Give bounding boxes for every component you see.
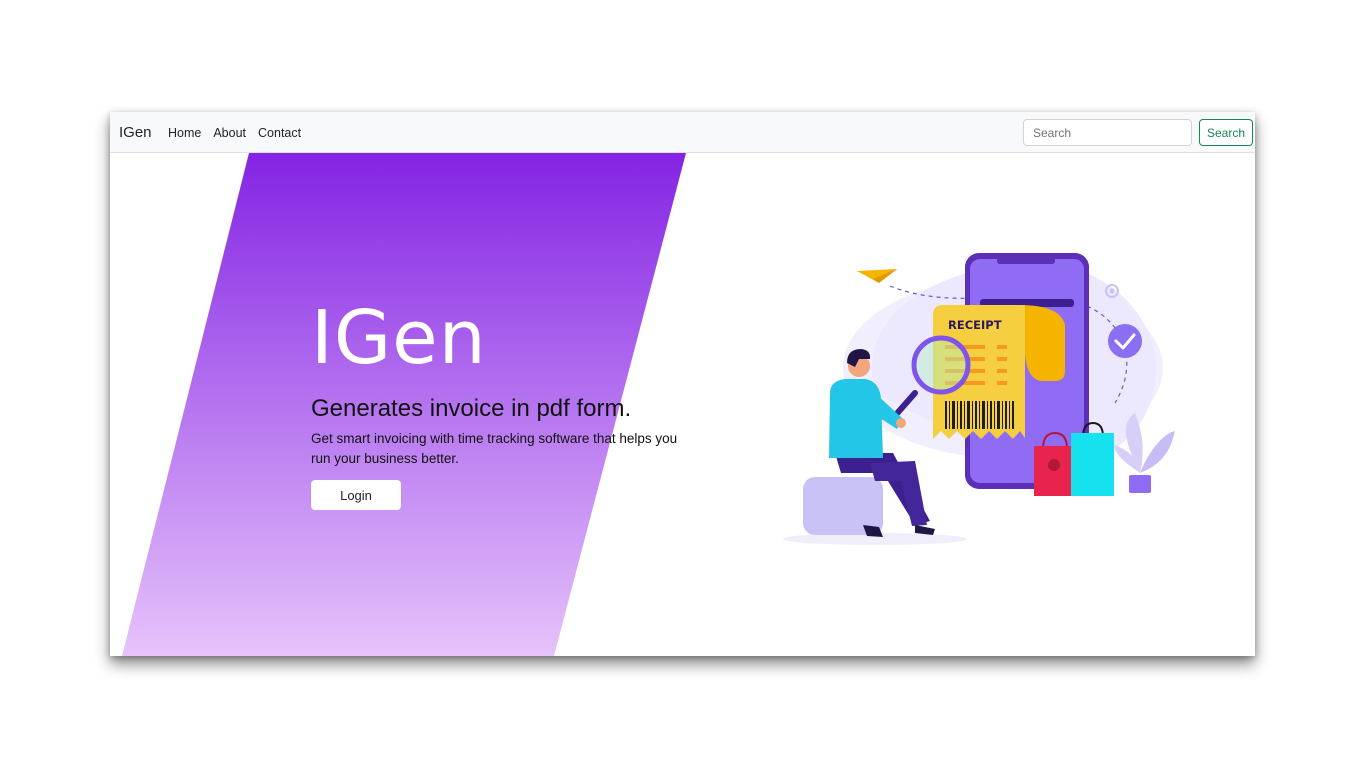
nav-link-about[interactable]: About [213,125,246,141]
navbar-brand[interactable]: IGen [119,124,152,142]
receipt-illustration: RECEIPT [783,253,1175,545]
paper-plane-icon [857,269,897,283]
browser-viewport: IGen Home About Contact Search IGen Gene… [110,112,1255,656]
hero-title: IGen [311,295,487,381]
nav-link-contact[interactable]: Contact [258,125,301,141]
receipt-label: RECEIPT [948,318,1002,332]
search-input[interactable] [1023,119,1192,146]
nav-link-home[interactable]: Home [168,125,201,141]
navbar: IGen Home About Contact Search [110,112,1255,153]
small-dot-shape [1109,288,1115,294]
search-button[interactable]: Search [1199,119,1253,146]
login-button[interactable]: Login [311,480,401,510]
hero-subtitle: Generates invoice in pdf form. [311,395,632,422]
check-badge-icon [1108,324,1142,358]
nav-links: Home About Contact [168,125,301,141]
hero-description: Get smart invoicing with time tracking s… [311,431,678,466]
hero-section: IGen Generates invoice in pdf form. Get … [110,153,1255,656]
